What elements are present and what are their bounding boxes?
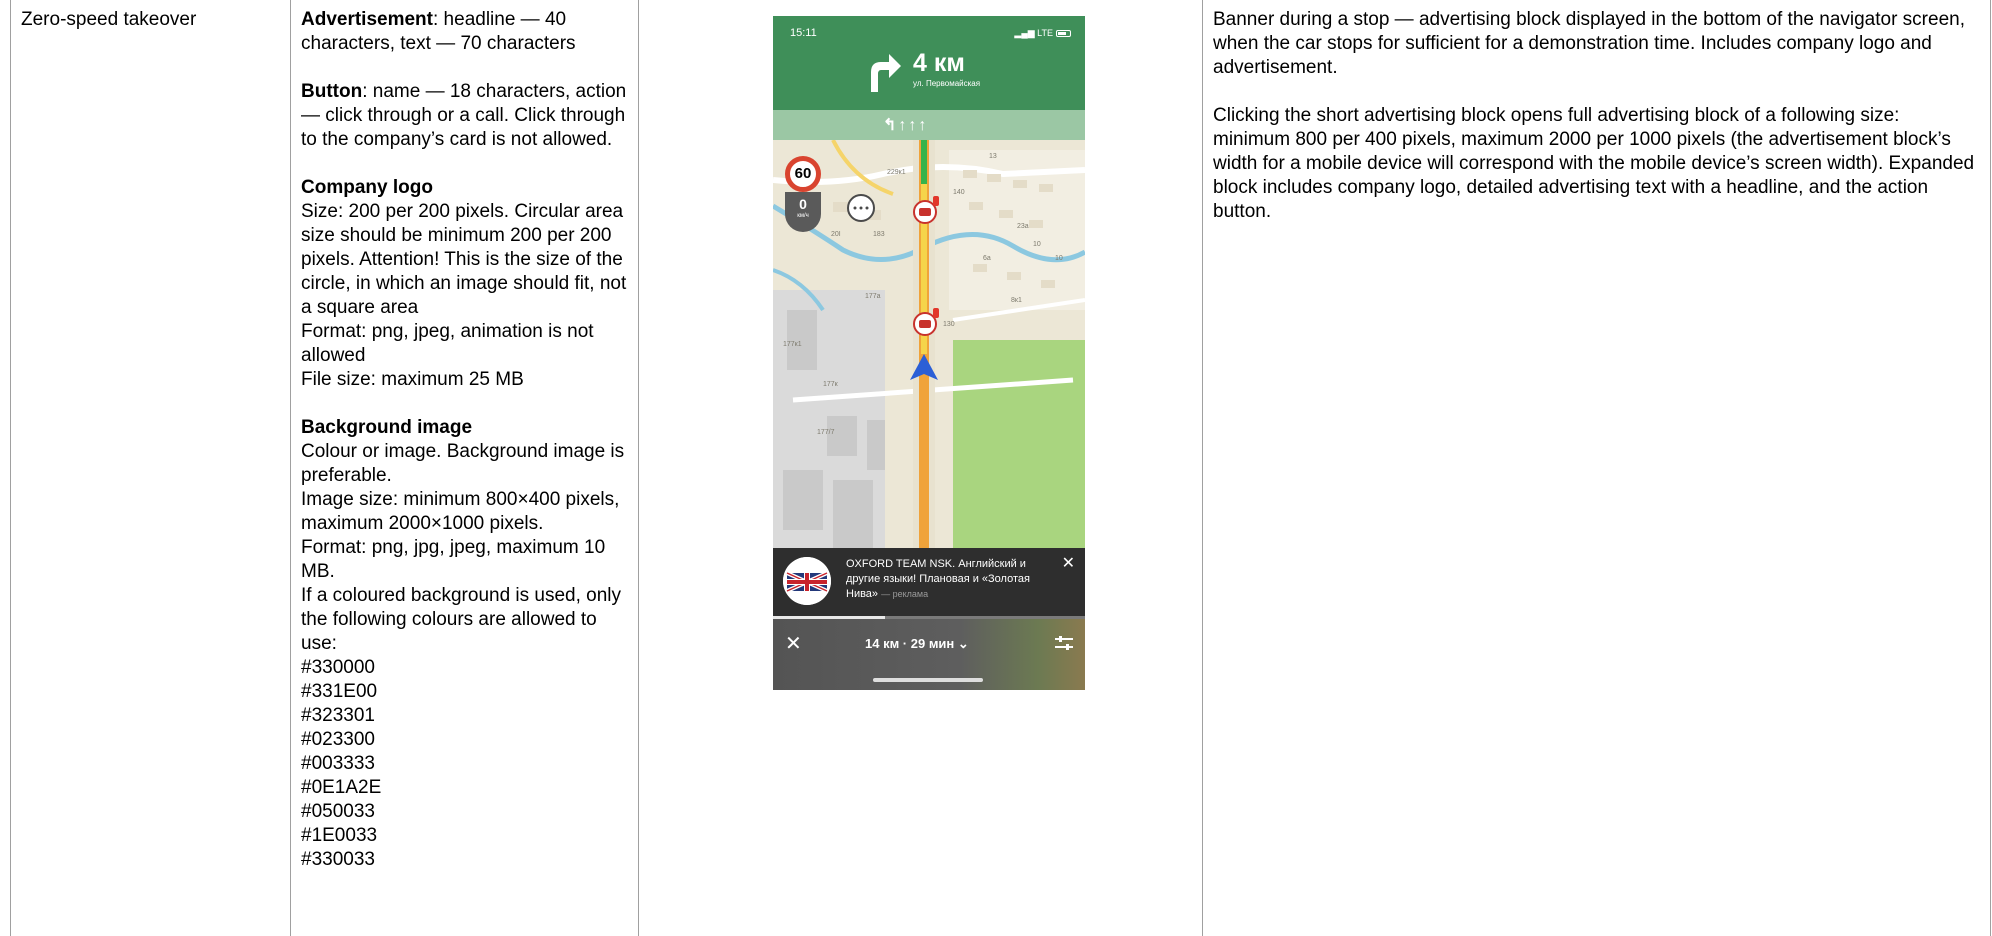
map-label: 177а bbox=[865, 293, 881, 300]
speed-unit: км/ч bbox=[797, 213, 809, 219]
map-label: 229к1 bbox=[887, 169, 906, 176]
current-speed-indicator: 0 км/ч bbox=[785, 192, 821, 232]
description-paragraph: Banner during a stop — advertising block… bbox=[1213, 9, 1965, 78]
description-paragraph: Clicking the short advertising block ope… bbox=[1213, 105, 1975, 222]
ad-label: — реклама bbox=[881, 589, 929, 599]
street-name: ул. Первомайская bbox=[913, 79, 981, 88]
company-logo-format: Format: png, jpeg, animation is not allo… bbox=[301, 321, 594, 366]
background-image-title: Background image bbox=[301, 417, 473, 438]
requirements-cell: Advertisement: headline — 40 characters,… bbox=[290, 0, 639, 936]
network-type: LTE bbox=[1037, 28, 1053, 38]
navigator-screenshot: 15:11 ▂▄▆ LTE 4 км ул. Первомайская ↰↑↑↑ bbox=[773, 16, 1085, 690]
settings-sliders-icon[interactable] bbox=[1055, 636, 1073, 650]
status-time: 15:11 bbox=[790, 27, 817, 39]
company-logo-title: Company logo bbox=[301, 177, 433, 198]
background-image-preference: Colour or image. Background image is pre… bbox=[301, 441, 625, 486]
map-label: 10 bbox=[1033, 241, 1041, 248]
allowed-colour: #003333 bbox=[301, 753, 375, 774]
allowed-colour: #330033 bbox=[301, 849, 375, 870]
lane-arrows-icon: ↰↑↑↑ bbox=[883, 117, 929, 134]
navigation-header: 15:11 ▂▄▆ LTE 4 км ул. Первомайская bbox=[773, 16, 1085, 110]
advertisement-title: Advertisement bbox=[301, 9, 433, 30]
map-label: 183 bbox=[873, 231, 885, 238]
map-label: 6а bbox=[983, 255, 991, 262]
home-indicator bbox=[873, 678, 983, 682]
map-label: 20I bbox=[831, 231, 841, 238]
close-route-button[interactable]: ✕ bbox=[785, 634, 802, 654]
route-progress-fill bbox=[773, 616, 886, 619]
map-label: 177к bbox=[823, 381, 839, 388]
format-name-cell: Zero-speed takeover bbox=[10, 0, 291, 936]
button-title: Button bbox=[301, 81, 363, 102]
chat-bubble-icon bbox=[847, 194, 875, 222]
button-requirement: Button: name — 18 characters, action — c… bbox=[301, 80, 628, 152]
format-name: Zero-speed takeover bbox=[21, 9, 197, 30]
lane-guidance: ↰↑↑↑ bbox=[773, 110, 1085, 140]
map-label: 23а bbox=[1017, 223, 1029, 230]
map-label: 8к1 bbox=[1011, 297, 1022, 304]
park-area bbox=[953, 340, 1085, 564]
map-label: 130 bbox=[943, 321, 955, 328]
maneuver-distance: 4 км bbox=[913, 49, 965, 77]
map-label: 140 bbox=[953, 189, 965, 196]
allowed-colour: #323301 bbox=[301, 705, 375, 726]
battery-icon bbox=[1056, 30, 1071, 38]
turn-right-arrow-icon bbox=[871, 54, 901, 92]
background-image-requirement: Background image Colour or image. Backgr… bbox=[301, 416, 628, 872]
map-label: 13 bbox=[989, 153, 997, 160]
company-logo-filesize: File size: maximum 25 MB bbox=[301, 369, 524, 390]
map-label: 177/7 bbox=[817, 429, 835, 436]
current-speed: 0 bbox=[799, 196, 807, 212]
allowed-colour: #330000 bbox=[301, 657, 375, 678]
chevron-down-icon: ⌄ bbox=[957, 636, 969, 651]
route-summary-text: 14 км · 29 мин bbox=[865, 636, 955, 651]
allowed-colour: #0E1A2E bbox=[301, 777, 382, 798]
description-cell: Banner during a stop — advertising block… bbox=[1202, 0, 1991, 936]
background-colour-note: If a coloured background is used, only t… bbox=[301, 585, 622, 654]
map-label: 177к1 bbox=[783, 341, 802, 348]
allowed-colour: #331E00 bbox=[301, 681, 378, 702]
ad-text: OXFORD TEAM NSK. Английский и другие язы… bbox=[846, 557, 1051, 602]
zero-speed-ad-banner[interactable]: OXFORD TEAM NSK. Английский и другие язы… bbox=[773, 548, 1085, 616]
allowed-colour: #023300 bbox=[301, 729, 375, 750]
allowed-colour: #050033 bbox=[301, 801, 375, 822]
close-icon[interactable]: ✕ bbox=[1062, 556, 1075, 572]
ad-message: OXFORD TEAM NSK. Английский и другие язы… bbox=[846, 558, 1030, 600]
status-indicators: ▂▄▆ LTE bbox=[1014, 26, 1071, 40]
route-line-free bbox=[921, 140, 927, 184]
company-logo-requirement: Company logo Size: 200 per 200 pixels. C… bbox=[301, 176, 628, 392]
allowed-colour: #1E0033 bbox=[301, 825, 378, 846]
flag-logo-icon bbox=[783, 557, 831, 605]
route-progress bbox=[773, 616, 1085, 619]
advertisement-requirement: Advertisement: headline — 40 characters,… bbox=[301, 8, 628, 56]
company-logo-size: Size: 200 per 200 pixels. Circular area … bbox=[301, 201, 627, 318]
speed-limit-sign: 60 bbox=[785, 156, 821, 192]
background-image-size: Image size: minimum 800×400 pixels, maxi… bbox=[301, 489, 620, 534]
background-image-format: Format: png, jpg, jpeg, maximum 10 MB. bbox=[301, 537, 606, 582]
map-label: 10 bbox=[1055, 255, 1063, 262]
signal-icon: ▂▄▆ bbox=[1014, 28, 1035, 38]
route-summary[interactable]: 14 км · 29 мин ⌄ bbox=[865, 636, 969, 652]
route-bottom-bar: ✕ 14 км · 29 мин ⌄ bbox=[773, 616, 1085, 690]
company-logo bbox=[783, 557, 831, 605]
